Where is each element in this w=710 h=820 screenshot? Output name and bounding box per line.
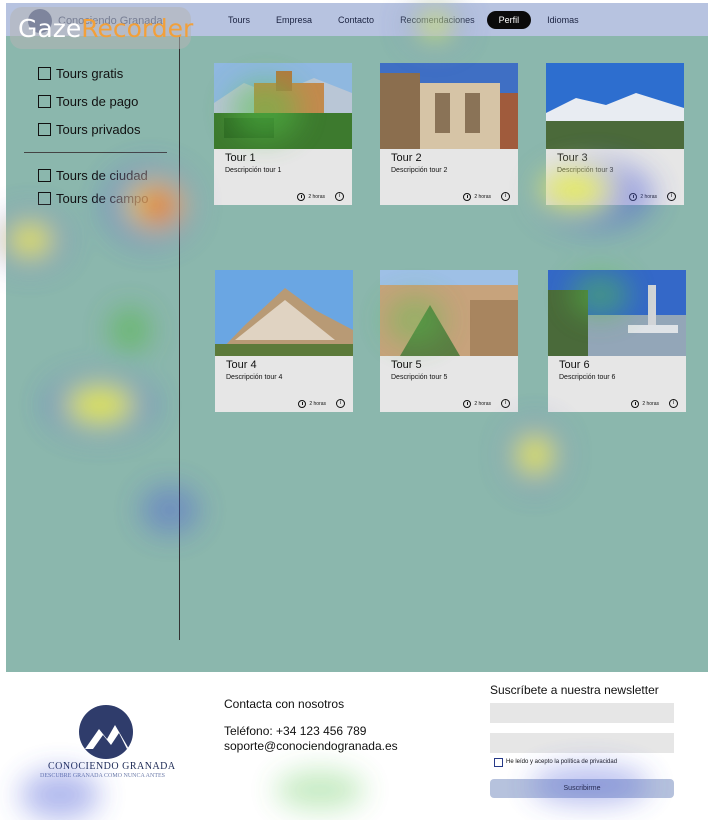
filter-label: Tours de campo [56,191,149,206]
top-nav: Conociendo Granada Tours Empresa Contact… [6,3,708,36]
tour-duration: 2 horas [640,193,657,200]
contact-heading: Contacta con nosotros [224,697,345,711]
nav-tours[interactable]: Tours [228,15,250,25]
nav-idiomas[interactable]: Idiomas [547,15,579,25]
tour-image-fountain [548,270,686,356]
info-icon[interactable]: i [501,192,510,201]
tour-duration: 2 horas [308,193,325,200]
clock-icon [631,399,640,408]
tour-description: Descripción tour 4 [226,374,283,381]
newsletter-input-2[interactable] [490,733,674,753]
tour-card-1[interactable]: Tour 1 Descripción tour 1 2 horas i [214,63,352,205]
tour-title: Tour 1 [225,152,256,164]
clock-icon [298,399,307,408]
footer-brand: CONOCIENDO GRANADA [48,761,176,772]
nav-empresa[interactable]: Empresa [276,15,312,25]
brand-name[interactable]: Conociendo Granada [58,15,163,27]
tour-card-3[interactable]: Tour 3 Descripción tour 3 2 horas i [546,63,684,205]
info-icon[interactable]: i [669,399,678,408]
tour-card-5[interactable]: Tour 5 Descripción tour 5 2 horas i [380,270,518,412]
filter-tours-de-pago[interactable]: Tours de pago [38,94,138,109]
page: Conociendo Granada Tours Empresa Contact… [0,0,710,820]
filter-tours-privados[interactable]: Tours privados [38,122,141,137]
mountain-logo-icon [79,705,133,759]
filter-tours-de-campo[interactable]: Tours de campo [38,191,149,206]
tour-duration: 2 horas [474,193,491,200]
tour-description: Descripción tour 6 [559,374,616,381]
filter-label: Tours gratis [56,66,124,81]
tour-duration: 2 horas [309,400,326,407]
checkbox-icon[interactable] [38,192,51,205]
checkbox-icon[interactable] [38,95,51,108]
tour-title: Tour 4 [226,359,257,371]
tour-card-2[interactable]: Tour 2 Descripción tour 2 2 horas i [380,63,518,205]
tour-card-6[interactable]: Tour 6 Descripción tour 6 2 horas i [548,270,686,412]
tour-duration: 2 horas [642,400,659,407]
tour-meta: 2 horas i [298,399,345,408]
newsletter-input-1[interactable] [490,703,674,723]
subscribe-button[interactable]: Suscribirme [490,779,674,798]
nav-menu: Tours Empresa Contacto Recomendaciones P… [228,3,605,36]
checkbox-icon[interactable] [38,169,51,182]
footer-tagline: DESCUBRE GRANADA COMO NUNCA ANTES [40,773,166,779]
tour-image-hill-village [215,270,353,356]
logo-icon[interactable] [28,9,52,33]
clock-icon [463,192,472,201]
tour-description: Descripción tour 2 [391,167,448,174]
nav-recomendaciones[interactable]: Recomendaciones [400,15,475,25]
filter-tours-de-ciudad[interactable]: Tours de ciudad [38,168,148,183]
tour-meta: 2 horas i [631,399,678,408]
tour-description: Descripción tour 3 [557,167,614,174]
filter-label: Tours privados [56,122,141,137]
tour-description: Descripción tour 5 [391,374,448,381]
clock-icon [297,192,306,201]
tour-title: Tour 3 [557,152,588,164]
tour-title: Tour 5 [391,359,422,371]
info-icon[interactable]: i [667,192,676,201]
clock-icon [463,399,472,408]
contact-phone: Teléfono: +34 123 456 789 [224,724,367,738]
tour-description: Descripción tour 1 [225,167,282,174]
info-icon[interactable]: i [501,399,510,408]
nav-contacto[interactable]: Contacto [338,15,374,25]
tour-meta: 2 horas i [463,399,510,408]
checkbox-icon[interactable] [38,123,51,136]
clock-icon [629,192,638,201]
filter-label: Tours de pago [56,94,139,109]
checkbox-icon[interactable] [38,67,51,80]
privacy-checkbox[interactable] [494,758,503,767]
tour-meta: 2 horas i [297,192,344,201]
tour-image-cathedral [380,63,518,149]
tour-image-canyon [380,270,518,356]
nav-perfil[interactable]: Perfil [486,10,532,29]
sidebar-divider [179,36,180,640]
contact-email[interactable]: soporte@conociendogranada.es [224,739,398,753]
tour-card-4[interactable]: Tour 4 Descripción tour 4 2 horas i [215,270,353,412]
tour-image-alhambra [214,63,352,149]
filter-tours-gratis[interactable]: Tours gratis [38,66,123,81]
tour-meta: 2 horas i [463,192,510,201]
info-icon[interactable]: i [336,399,345,408]
tour-image-sierra-nevada [546,63,684,149]
newsletter-heading: Suscríbete a nuestra newsletter [490,683,659,697]
privacy-label: He leído y acepto la política de privaci… [506,759,618,765]
tour-title: Tour 2 [391,152,422,164]
info-icon[interactable]: i [335,192,344,201]
tour-title: Tour 6 [559,359,590,371]
filter-divider [24,152,167,153]
tour-duration: 2 horas [474,400,491,407]
filter-label: Tours de ciudad [56,168,148,183]
tour-meta: 2 horas i [629,192,676,201]
